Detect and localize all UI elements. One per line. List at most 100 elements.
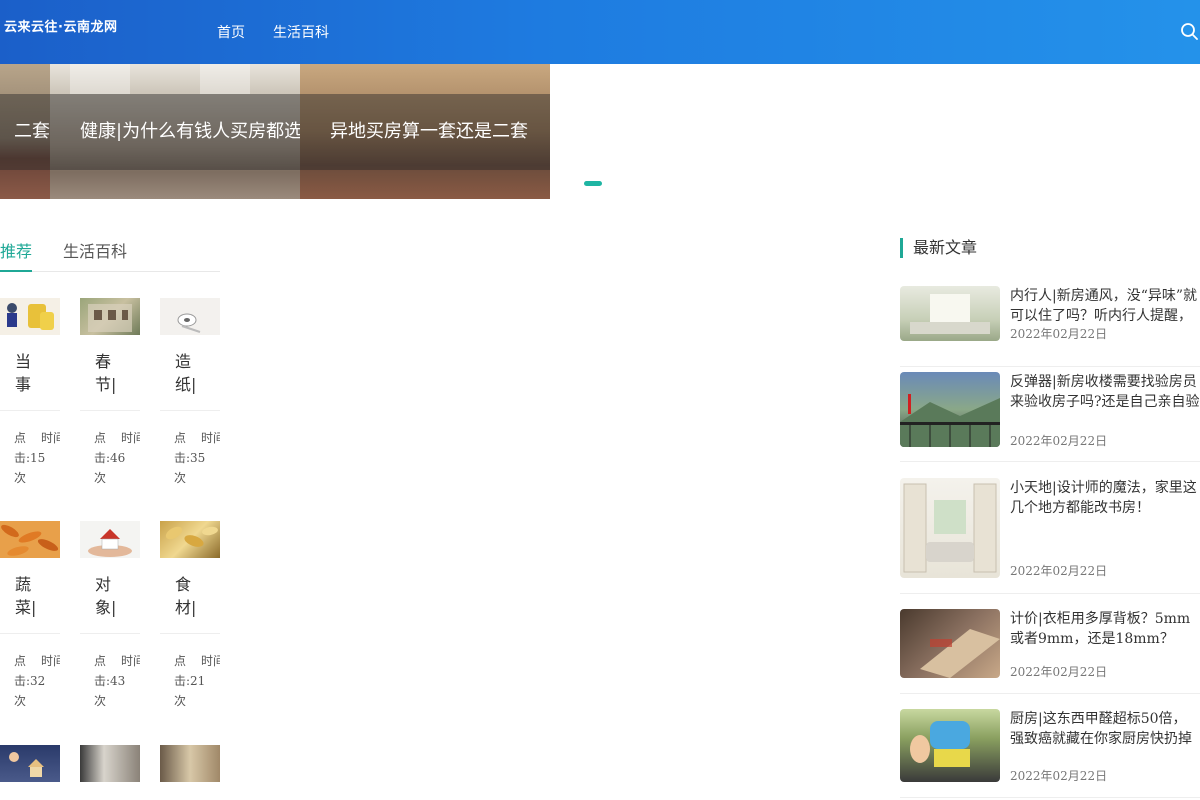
article-card[interactable]: 春节| 点击:46次 时间 [80, 298, 140, 485]
sidebar-article[interactable]: 内行人|新房通风，没“异味”就可以住了吗？听内行人提醒， 2022年02月22日 [900, 286, 1200, 367]
article-divider [900, 366, 1200, 367]
hero-slider[interactable]: 二套 健康|为什么有钱人买房都选 异地买房算一套还是二套 [0, 64, 550, 199]
article-title[interactable]: 厨房|这东西甲醛超标50倍，强致癌就藏在你家厨房快扔掉 [1010, 709, 1200, 749]
article-title[interactable]: 反弹器|新房收楼需要找验房员来验收房子吗?还是自己亲自验 [1010, 372, 1200, 412]
sidebar-article[interactable]: 反弹器|新房收楼需要找验房员来验收房子吗?还是自己亲自验 2022年02月22日 [900, 372, 1200, 462]
article-card[interactable] [80, 745, 140, 782]
main-nav: 首页 生活百科 [217, 22, 329, 42]
article-divider [900, 693, 1200, 694]
article-divider [900, 593, 1200, 594]
paper-roll-image [177, 313, 201, 333]
house-model-image [88, 529, 132, 557]
article-thumbnail[interactable] [900, 372, 1000, 447]
article-card[interactable] [160, 745, 220, 782]
article-card[interactable]: 对象| 点击:43次 时间 [80, 521, 140, 708]
card-meta: 点击:32次 时间 [14, 651, 60, 713]
card-title[interactable]: 造纸| [175, 350, 196, 396]
article-card[interactable]: 食材| 点击:21次 时间 [160, 521, 220, 708]
article-title[interactable]: 计价|衣柜用多厚背板？5mm或者9mm，还是18mm？ [1010, 609, 1200, 649]
article-card[interactable]: 蔬菜| 点击:32次 时间 [0, 521, 60, 708]
card-title[interactable]: 对象| [95, 573, 116, 619]
click-count: 点击:43次 [94, 654, 126, 708]
article-date: 2022年02月22日 [1010, 327, 1108, 341]
nav-home[interactable]: 首页 [217, 22, 245, 42]
sidebar-article[interactable]: 小天地|设计师的魔法，家里这几个地方都能改书房！ 2022年02月22日 [900, 478, 1200, 598]
card-thumbnail[interactable] [0, 745, 60, 782]
card-thumbnail[interactable] [160, 298, 220, 335]
article-divider [900, 461, 1200, 462]
card-time-label: 时间 [201, 654, 220, 668]
article-card[interactable]: 造纸| 点击:35次 时间 [160, 298, 220, 485]
slide-item[interactable]: 二套 [0, 64, 50, 199]
article-thumbnail[interactable] [900, 609, 1000, 678]
card-title[interactable]: 当事 [15, 350, 35, 396]
card-meta: 点击:15次 时间 [14, 428, 60, 490]
card-title[interactable]: 食材| [175, 573, 196, 619]
card-thumbnail[interactable] [80, 521, 140, 558]
card-time-label: 时间 [41, 431, 60, 445]
latest-articles-heading: 最新文章 [900, 238, 977, 258]
article-title[interactable]: 小天地|设计师的魔法，家里这几个地方都能改书房！ [1010, 478, 1200, 518]
building-image [88, 304, 132, 332]
search-icon[interactable] [1180, 22, 1198, 40]
bookshelf-room-image [903, 483, 997, 573]
card-divider [160, 633, 220, 634]
nav-life[interactable]: 生活百科 [273, 22, 329, 42]
sponge-image [910, 721, 970, 767]
article-thumbnail[interactable] [900, 286, 1000, 341]
click-count: 点击:35次 [174, 431, 206, 485]
card-title[interactable]: 蔬菜| [15, 573, 36, 619]
ingredient-image [165, 526, 218, 547]
card-time-label: 时间 [121, 654, 140, 668]
sidebar-article[interactable]: 厨房|这东西甲醛超标50倍，强致癌就藏在你家厨房快扔掉 2022年02月22日 [900, 709, 1200, 799]
tab-life[interactable]: 生活百科 [63, 238, 127, 262]
card-thumbnail[interactable] [80, 745, 140, 782]
article-card[interactable]: 当事 点击:15次 时间 [0, 298, 60, 485]
card-title[interactable]: 春节| [95, 350, 116, 396]
card-meta: 点击:35次 时间 [174, 428, 220, 490]
cartoon-image [7, 303, 54, 330]
article-divider [900, 797, 1200, 798]
card-time-label: 时间 [121, 431, 140, 445]
article-thumbnail[interactable] [900, 709, 1000, 782]
slide-caption: 二套 [0, 94, 50, 170]
card-thumbnail[interactable] [80, 298, 140, 335]
article-card[interactable] [0, 745, 60, 782]
slide-caption: 健康|为什么有钱人买房都选 [50, 94, 300, 170]
article-thumbnail[interactable] [900, 478, 1000, 578]
slide-image-detail [70, 64, 130, 94]
wood-board-image [920, 629, 1000, 678]
article-date: 2022年02月22日 [1010, 665, 1108, 679]
card-thumbnail[interactable] [0, 298, 60, 335]
card-thumbnail[interactable] [160, 521, 220, 558]
card-divider [160, 410, 220, 411]
card-time-label: 时间 [201, 431, 220, 445]
sidebar-article[interactable]: 计价|衣柜用多厚背板？5mm或者9mm，还是18mm？ 2022年02月22日 [900, 609, 1200, 699]
site-header: 云来云往·云南龙网 首页 生活百科 [0, 0, 1200, 64]
card-thumbnail[interactable] [160, 745, 220, 782]
click-count: 点击:46次 [94, 431, 126, 485]
article-title[interactable]: 内行人|新房通风，没“异味”就可以住了吗？听内行人提醒， [1010, 286, 1200, 326]
slide-image-detail [200, 64, 250, 94]
card-divider [0, 410, 60, 411]
click-count: 点击:21次 [174, 654, 206, 708]
site-logo[interactable]: 云来云往·云南龙网 [4, 16, 117, 35]
slider-dot-active[interactable] [584, 181, 602, 186]
click-count: 点击:15次 [14, 431, 46, 485]
article-date: 2022年02月22日 [1010, 564, 1108, 578]
food-image [1, 524, 59, 556]
tab-recommend[interactable]: 推荐 [0, 238, 32, 262]
card-meta: 点击:43次 时间 [94, 651, 140, 713]
card-divider [0, 633, 60, 634]
click-count: 点击:32次 [14, 654, 46, 708]
card-meta: 点击:21次 时间 [174, 651, 220, 713]
slide-caption: 异地买房算一套还是二套 [300, 94, 550, 170]
card-thumbnail[interactable] [0, 521, 60, 558]
living-room-image [910, 294, 990, 334]
slide-item[interactable]: 异地买房算一套还是二套 [300, 64, 550, 199]
slide-item[interactable]: 健康|为什么有钱人买房都选 [50, 64, 300, 199]
article-date: 2022年02月22日 [1010, 769, 1108, 783]
card-divider [80, 633, 140, 634]
balcony-image [900, 394, 1000, 447]
tab-indicator [0, 270, 32, 272]
